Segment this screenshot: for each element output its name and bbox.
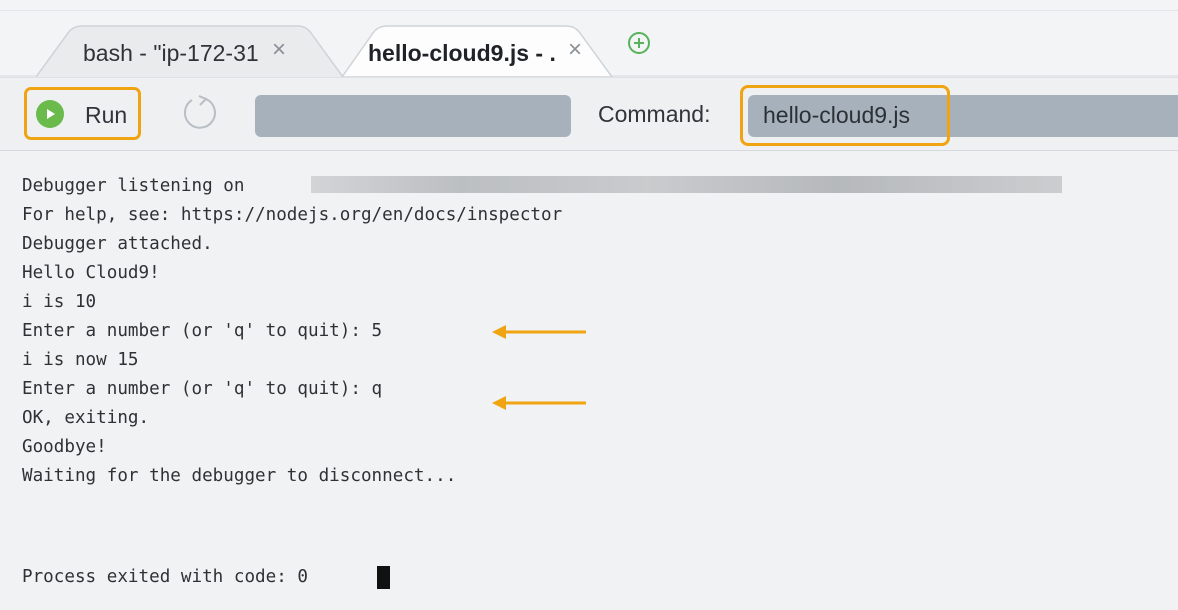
redacted-url [311, 176, 1062, 193]
arrow-left-icon [492, 325, 586, 339]
console-line: Enter a number (or 'q' to quit): 5 [22, 321, 383, 341]
console-line: Goodbye! [22, 437, 107, 457]
restart-icon[interactable] [180, 92, 220, 132]
tab-hello-cloud9-label: hello-cloud9.js - . [368, 40, 556, 66]
console-line: i is now 15 [22, 350, 139, 370]
console-line: Waiting for the debugger to disconnect..… [22, 466, 457, 486]
console-line: i is 10 [22, 292, 97, 312]
run-button[interactable]: Run [24, 87, 141, 140]
output-console[interactable]: Debugger listening on For help, see: htt… [0, 151, 1178, 610]
plus-circle-icon[interactable] [628, 32, 650, 54]
run-arguments-input[interactable] [255, 95, 571, 137]
console-line: For help, see: https://nodejs.org/en/doc… [22, 205, 563, 225]
tab-bar: bash - "ip-172-31 × hello-cloud9.js - . … [0, 0, 1178, 77]
console-line: Hello Cloud9! [22, 263, 160, 283]
close-icon[interactable]: × [272, 36, 286, 64]
text-cursor [377, 566, 390, 589]
console-line: Enter a number (or 'q' to quit): q [22, 379, 383, 399]
console-line: OK, exiting. [22, 408, 150, 428]
console-line: Debugger listening on [22, 176, 245, 196]
console-line: Process exited with code: 0 [22, 567, 308, 587]
close-icon[interactable]: × [568, 36, 582, 64]
arrow-left-icon [492, 396, 586, 410]
run-toolbar: Run Command: [0, 77, 1178, 151]
tab-bash-label: bash - "ip-172-31 [83, 40, 259, 66]
console-line: Debugger attached. [22, 234, 213, 254]
play-icon [36, 100, 64, 128]
run-button-label: Run [85, 102, 128, 128]
command-label: Command: [598, 101, 711, 127]
command-input[interactable] [740, 85, 950, 146]
